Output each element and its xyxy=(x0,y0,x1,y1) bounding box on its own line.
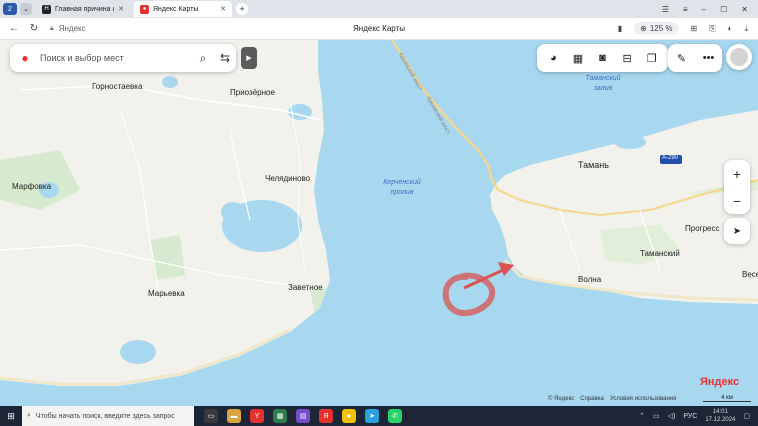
map-tools-panel: ✎ ••• xyxy=(668,44,722,72)
reload-icon[interactable]: ↻ xyxy=(28,23,40,34)
windows-taskbar: ⊞ ⌕ Чтобы начать поиск, введите здесь за… xyxy=(0,406,758,426)
map-graphics xyxy=(0,40,758,406)
dark-mode-icon[interactable]: ◐ xyxy=(728,24,733,33)
telegram-icon[interactable]: ➤ xyxy=(365,409,379,423)
bookmark-icon[interactable]: ▮ xyxy=(618,24,622,33)
water-taman-bay: Таманский залив xyxy=(585,75,621,92)
taskbar-apps: ▭ ▬ Y ▦ ▤ Я ● ➤ ✆ xyxy=(204,409,402,423)
zoom-icon: ⊕ xyxy=(640,24,647,33)
place-progress[interactable]: Прогресс xyxy=(685,224,719,233)
zoom-out-button[interactable]: − xyxy=(724,187,750,214)
zoom-in-button[interactable]: + xyxy=(724,160,750,187)
tab-inactive[interactable]: H Главная причина крушени ✕ xyxy=(36,1,130,17)
ruler-icon[interactable]: ✎ xyxy=(672,48,692,68)
reader-icon[interactable]: ⊞ xyxy=(691,24,698,33)
yandex-app-icon[interactable]: Я xyxy=(319,409,333,423)
avatar[interactable] xyxy=(726,44,752,70)
place-tamanskiy[interactable]: Таманский xyxy=(640,249,680,258)
terms-link[interactable]: Условия использования xyxy=(610,396,677,402)
notifications-icon[interactable]: ▢ xyxy=(743,412,750,420)
place-gornostaevka[interactable]: Горностаевка xyxy=(92,82,142,91)
place-priozernoe[interactable]: Приозёрное xyxy=(230,88,275,97)
scale-bar: 4 км xyxy=(703,395,751,402)
menu-icon[interactable]: ≡ xyxy=(683,5,688,14)
maximize-icon[interactable]: ☐ xyxy=(720,5,727,14)
layers-icon[interactable]: ❐ xyxy=(642,48,662,68)
back-arrow-icon[interactable]: ← xyxy=(8,23,20,34)
close-tab-icon[interactable]: ✕ xyxy=(220,5,226,13)
map-pin-icon: ● xyxy=(21,51,29,65)
place-taman[interactable]: Тамань xyxy=(578,160,609,170)
copyright-text[interactable]: © Яндекс xyxy=(548,396,574,402)
language-indicator[interactable]: РУС xyxy=(683,413,697,420)
zoom-indicator[interactable]: ⊕ 125 % xyxy=(634,22,679,35)
search-icon: ⌕ xyxy=(27,412,31,419)
yandex-browser-icon[interactable]: Y xyxy=(250,409,264,423)
profile-button[interactable]: 2 xyxy=(3,3,17,15)
maps-pin-favicon-icon: ● xyxy=(140,4,149,14)
transit-bus-icon[interactable]: ⊟ xyxy=(617,48,637,68)
panorama-icon[interactable]: ▦ xyxy=(568,48,588,68)
tab-title: Главная причина крушени xyxy=(55,5,114,13)
route-icon[interactable]: ⇆ xyxy=(214,47,236,69)
volume-icon[interactable]: ◁) xyxy=(668,412,676,420)
map-footer: © Яндекс Справка Условия использования xyxy=(548,396,676,402)
site-favicon-icon: H xyxy=(42,4,51,14)
bookmarks-icon[interactable]: ☰ xyxy=(662,5,669,14)
file-explorer-icon[interactable]: ▬ xyxy=(227,409,241,423)
avatar-placeholder-icon xyxy=(730,48,748,66)
water-kerch-strait: Керченский пролив xyxy=(383,179,421,196)
place-zavetnoe[interactable]: Заветное xyxy=(288,283,323,292)
geolocation-button[interactable]: ➤ xyxy=(724,218,750,244)
map-layer-icon[interactable]: ◕ xyxy=(543,48,563,68)
road-a290-badge: А-290 xyxy=(662,155,679,161)
yandex-logo: Яндекс xyxy=(700,376,740,388)
collapse-panel-button[interactable]: ▶ xyxy=(241,47,257,69)
close-window-icon[interactable]: ✕ xyxy=(741,5,748,14)
tab-active[interactable]: ● Яндекс Карты ✕ xyxy=(134,1,232,17)
place-maryevka[interactable]: Марьевка xyxy=(148,289,185,298)
zoom-value: 125 % xyxy=(649,24,673,33)
downloads-icon[interactable]: ⤓ xyxy=(744,24,748,34)
network-icon[interactable]: ▭ xyxy=(653,412,660,420)
search-icon[interactable]: ⌕ xyxy=(192,47,214,69)
extensions-icon[interactable]: ⎘ xyxy=(709,24,715,34)
camera-icon[interactable]: ◙ xyxy=(592,48,612,68)
help-link[interactable]: Справка xyxy=(580,396,604,402)
new-tab-button[interactable]: + xyxy=(236,3,248,15)
search-input[interactable]: Поиск и выбор мест xyxy=(40,53,192,63)
url-host[interactable]: Яндекс xyxy=(59,24,86,33)
system-tray: ⌃ ▭ ◁) РУС 14:01 17.12.2024 ▢ xyxy=(639,408,758,424)
date-text: 17.12.2024 xyxy=(705,417,736,423)
app-icon[interactable]: ▤ xyxy=(296,409,310,423)
place-chelyadinovo[interactable]: Челядиново xyxy=(265,174,310,183)
windows-start-icon[interactable]: ⊞ xyxy=(0,406,22,426)
map-search-bar: ● Поиск и выбор мест ⌕ ⇆ xyxy=(10,44,236,72)
place-marfovka[interactable]: Марфовка xyxy=(12,182,51,191)
time-text: 14:01 xyxy=(712,409,728,415)
place-vese[interactable]: Весе xyxy=(742,270,758,279)
browser-tab-bar: 2 ⌄ H Главная причина крушени ✕ ● Яндекс… xyxy=(0,0,758,18)
place-volna[interactable]: Волна xyxy=(578,275,601,284)
taskbar-search-input[interactable]: Чтобы начать поиск, введите здесь запрос xyxy=(36,413,175,420)
zoom-control: + − xyxy=(724,160,750,214)
more-icon[interactable]: ••• xyxy=(699,48,719,68)
minimize-icon[interactable]: – xyxy=(702,5,706,14)
task-view-icon[interactable]: ▭ xyxy=(204,409,218,423)
tabs-menu-chevron-icon[interactable]: ⌄ xyxy=(20,3,32,15)
whatsapp-icon[interactable]: ✆ xyxy=(388,409,402,423)
spreadsheet-app-icon[interactable]: ▦ xyxy=(273,409,287,423)
clock[interactable]: 14:01 17.12.2024 xyxy=(705,408,735,424)
tab-title: Яндекс Карты xyxy=(153,5,199,13)
map-layers-panel: ◕ ▦ ◙ ⊟ ❐ xyxy=(537,44,668,72)
map-canvas[interactable]: Горностаевка Приозёрное Марфовка Челядин… xyxy=(0,40,758,406)
lock-icon: 🔒︎ xyxy=(50,24,54,32)
window-controls: ☰ ≡ – ☐ ✕ xyxy=(662,5,758,14)
game-app-icon[interactable]: ● xyxy=(342,409,356,423)
close-tab-icon[interactable]: ✕ xyxy=(118,5,124,13)
tray-chevron-icon[interactable]: ⌃ xyxy=(639,412,645,420)
address-bar: ← ↻ 🔒︎ Яндекс Яндекс Карты ▮ ⊕ 125 % ⊞ ⎘… xyxy=(0,18,758,40)
taskbar-search[interactable]: ⌕ Чтобы начать поиск, введите здесь запр… xyxy=(22,406,194,426)
